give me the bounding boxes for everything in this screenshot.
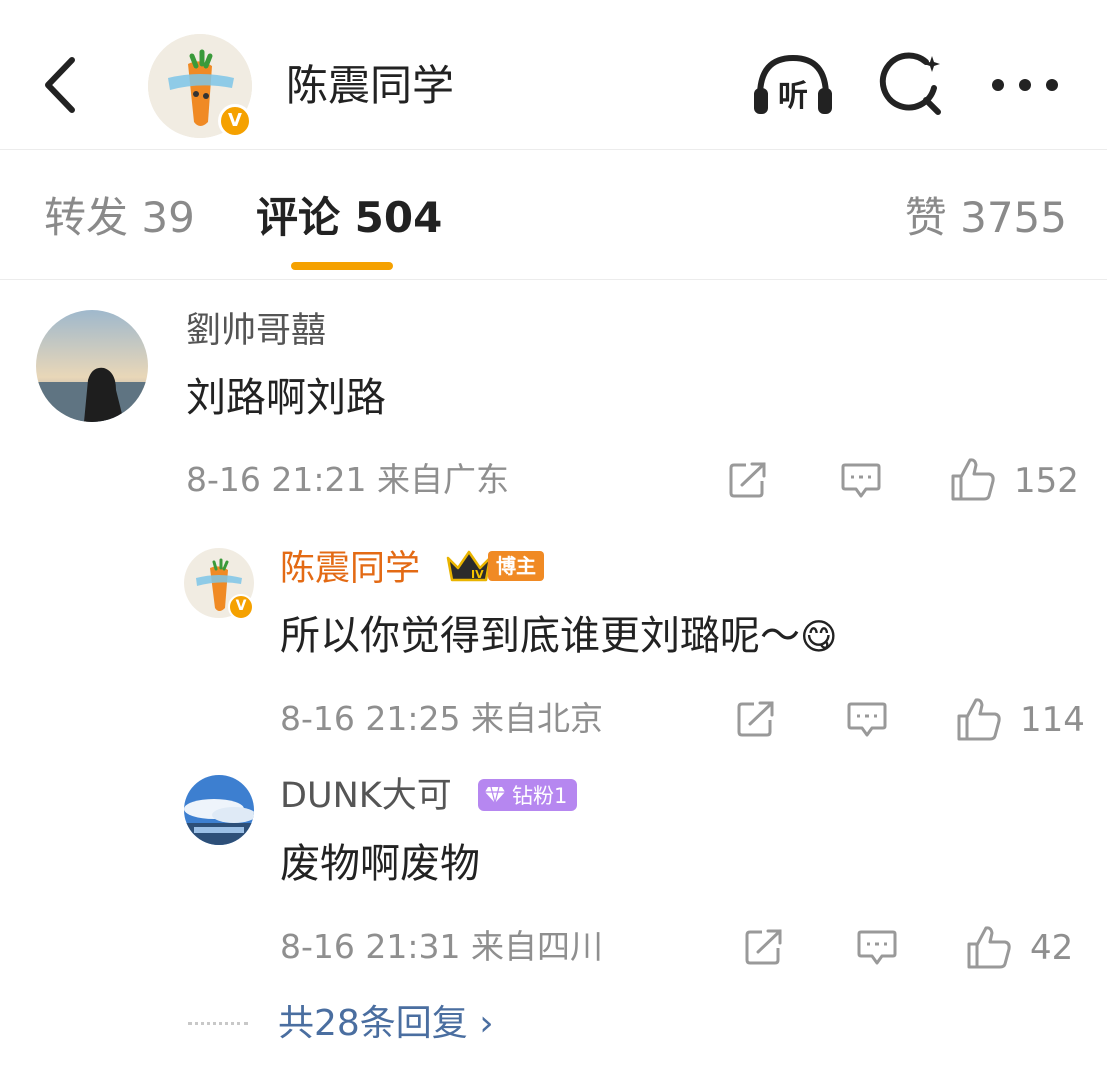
listen-icon: 听 [754, 54, 832, 114]
comment-text: 刘路啊刘路 [186, 375, 386, 421]
tab-comment[interactable]: 评论 504 [256, 190, 442, 246]
reply-like-button[interactable] [966, 924, 1012, 970]
thumbs-up-icon [951, 458, 995, 501]
diamond-fan-badge: 钻粉1 [478, 779, 578, 811]
back-icon [45, 57, 75, 113]
like-count: 152 [1014, 461, 1079, 501]
more-button[interactable] [988, 70, 1062, 100]
view-all-replies-link[interactable]: 共28条回复 › [278, 1000, 494, 1048]
blogger-label: 博主 [488, 551, 544, 581]
reply-time: 8-16 21:25 [280, 699, 461, 738]
reply-button[interactable] [840, 461, 882, 501]
yum-emoji: 😋 [800, 617, 838, 658]
reply-location: 来自四川 [471, 927, 603, 966]
reply-meta: 8-16 21:25 来自北京 [280, 697, 603, 741]
reply-verified-badge: V [228, 594, 254, 620]
diamond-icon [485, 786, 505, 804]
thumbs-up-icon [967, 926, 1011, 969]
verified-badge: V [218, 104, 252, 138]
reply-divider-dots [188, 1022, 248, 1025]
reply-share-button[interactable] [744, 928, 784, 966]
reply-text-body: 所以你觉得到底谁更刘璐呢～ [280, 613, 800, 659]
share-icon [745, 929, 782, 965]
thumbs-up-icon [957, 698, 1001, 741]
reply-author-name[interactable]: 陈震同学 [280, 546, 420, 592]
diamond-fan-label: 钻粉1 [512, 784, 568, 808]
tab-repost[interactable]: 转发 39 [44, 190, 195, 246]
commenter-name[interactable]: 劉帅哥囍 [186, 308, 326, 354]
like-button[interactable] [950, 456, 996, 502]
reply-meta: 8-16 21:31 来自四川 [280, 925, 603, 969]
reply-time: 8-16 21:31 [280, 927, 461, 966]
back-button[interactable] [38, 52, 88, 118]
tab-like[interactable]: 赞 3755 [905, 190, 1067, 246]
blogger-badge: IV 博主 [444, 548, 544, 584]
reply-text: 所以你觉得到底谁更刘璐呢～😋 [280, 610, 838, 664]
reply-like-button[interactable] [956, 696, 1002, 742]
active-tab-indicator [291, 262, 393, 270]
comment-location: 来自广东 [377, 460, 509, 499]
reply-author-name[interactable]: DUNK大可 [280, 773, 452, 819]
reply-share-button[interactable] [736, 700, 776, 738]
reply-location: 来自北京 [471, 699, 603, 738]
comment-icon [857, 930, 897, 965]
search-button[interactable] [876, 48, 948, 120]
search-icon [879, 52, 941, 115]
more-icon [992, 79, 1058, 91]
share-icon [729, 462, 766, 498]
listen-button[interactable]: 听 [750, 48, 836, 120]
tab-bar: 转发 39 评论 504 赞 3755 [0, 150, 1107, 280]
comment-time: 8-16 21:21 [186, 460, 367, 499]
comment-icon [841, 463, 881, 498]
commenter-avatar[interactable] [36, 310, 148, 422]
page-title[interactable]: 陈震同学 [286, 58, 454, 114]
listen-label: 听 [778, 79, 808, 114]
comment-icon [847, 702, 887, 737]
reply-like-count: 114 [1020, 700, 1085, 740]
comment-meta: 8-16 21:21 来自广东 [186, 458, 509, 502]
reply-comment-button[interactable] [856, 928, 898, 968]
reply-like-count: 42 [1030, 928, 1074, 968]
reply-avatar[interactable] [184, 775, 254, 845]
reply-comment-button[interactable] [846, 700, 888, 740]
share-icon [737, 701, 774, 737]
share-button[interactable] [728, 461, 768, 499]
reply-text: 废物啊废物 [280, 841, 480, 887]
crown-icon: IV [446, 550, 492, 582]
top-bar: V 陈震同学 听 [0, 0, 1107, 150]
crown-level: IV [471, 568, 484, 581]
